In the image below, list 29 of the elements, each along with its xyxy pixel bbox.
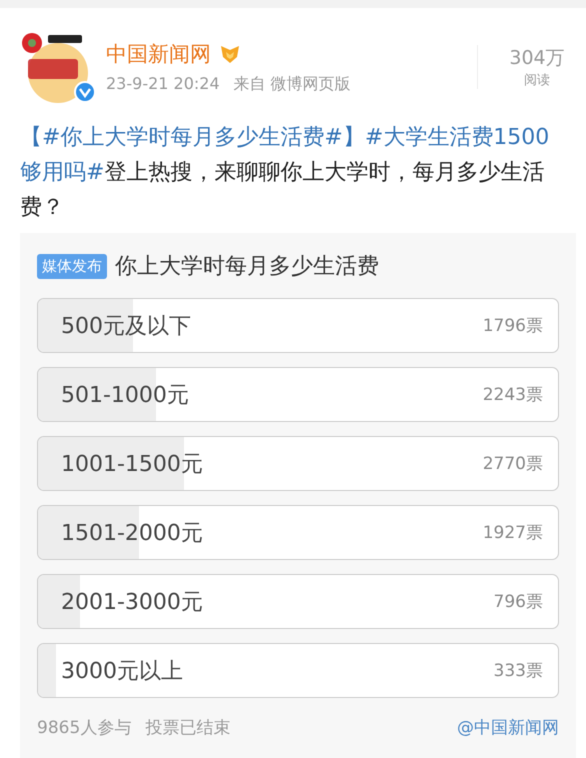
option-label: 1501-2000元 <box>61 520 203 548</box>
poll-option[interactable]: 2001-3000元 796票 <box>37 574 559 629</box>
vote-count: 2770票 <box>482 453 543 475</box>
option-label: 501-1000元 <box>61 382 189 410</box>
poll-title: 你上大学时每月多少生活费 <box>115 253 379 281</box>
post-time: 23-9-21 20:24 <box>106 74 220 94</box>
poll-option[interactable]: 500元及以下 1796票 <box>37 298 559 353</box>
option-label: 1001-1500元 <box>61 450 203 478</box>
poll-option[interactable]: 1501-2000元 1927票 <box>37 505 559 560</box>
author-link[interactable]: @中国新闻网 <box>457 716 559 739</box>
post-source: 来自 微博网页版 <box>234 74 351 94</box>
read-count: 304万 <box>509 46 565 71</box>
medal-icon <box>219 44 241 64</box>
read-label: 阅读 <box>524 72 550 89</box>
vote-count: 2243票 <box>482 384 543 406</box>
vote-count: 1796票 <box>482 315 543 337</box>
option-label: 3000元以上 <box>61 658 183 686</box>
poll-option[interactable]: 3000元以上 333票 <box>37 643 559 698</box>
poll-option[interactable]: 1001-1500元 2770票 <box>37 436 559 491</box>
option-label: 500元及以下 <box>61 312 191 340</box>
vote-count: 796票 <box>494 591 543 613</box>
poll-option[interactable]: 501-1000元 2243票 <box>37 367 559 422</box>
vote-count: 333票 <box>494 660 543 682</box>
media-tag: 媒体发布 <box>37 254 107 278</box>
option-label: 2001-3000元 <box>61 588 203 616</box>
poll-status: 投票已结束 <box>145 717 230 739</box>
post-text: 【#你上大学时每月多少生活费#】#大学生活费1500够用吗#登上热搜，来聊聊你上大学时，每月多少生活费？ <box>20 124 550 222</box>
vote-count: 1927票 <box>482 522 543 544</box>
participant-count: 9865人参与 <box>37 717 132 739</box>
